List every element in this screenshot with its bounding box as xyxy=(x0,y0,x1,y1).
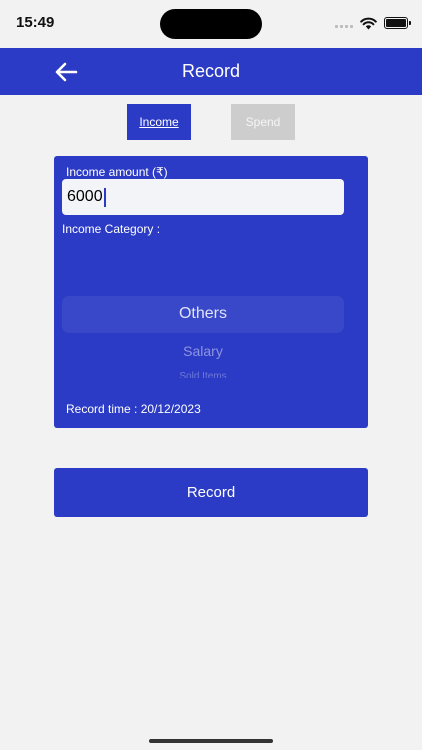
income-form-card: Income amount (₹) 6000 Income Category :… xyxy=(54,156,368,428)
picker-option-selected[interactable]: Others xyxy=(62,305,344,323)
amount-input[interactable]: 6000 xyxy=(62,179,344,215)
record-button[interactable]: Record xyxy=(54,468,368,517)
status-icons xyxy=(335,16,411,30)
dynamic-island xyxy=(160,9,262,39)
amount-label: Income amount (₹) xyxy=(66,165,168,179)
tab-income[interactable]: Income xyxy=(127,104,191,140)
amount-value: 6000 xyxy=(67,188,103,205)
record-time[interactable]: Record time : 20/12/2023 xyxy=(66,402,201,416)
signal-icon xyxy=(335,18,353,28)
picker-option[interactable]: Sold Items xyxy=(62,370,344,378)
tab-spend[interactable]: Spend xyxy=(231,104,295,140)
page-title: Record xyxy=(181,61,241,81)
nav-bar: Record xyxy=(0,48,422,95)
home-indicator xyxy=(149,739,273,743)
picker-option[interactable]: Salary xyxy=(62,343,344,359)
status-bar: 15:49 xyxy=(0,0,422,47)
text-caret xyxy=(103,187,106,207)
category-label: Income Category : xyxy=(62,222,161,236)
status-time: 15:49 xyxy=(16,14,55,31)
battery-icon xyxy=(384,17,411,29)
wifi-icon xyxy=(360,17,377,29)
